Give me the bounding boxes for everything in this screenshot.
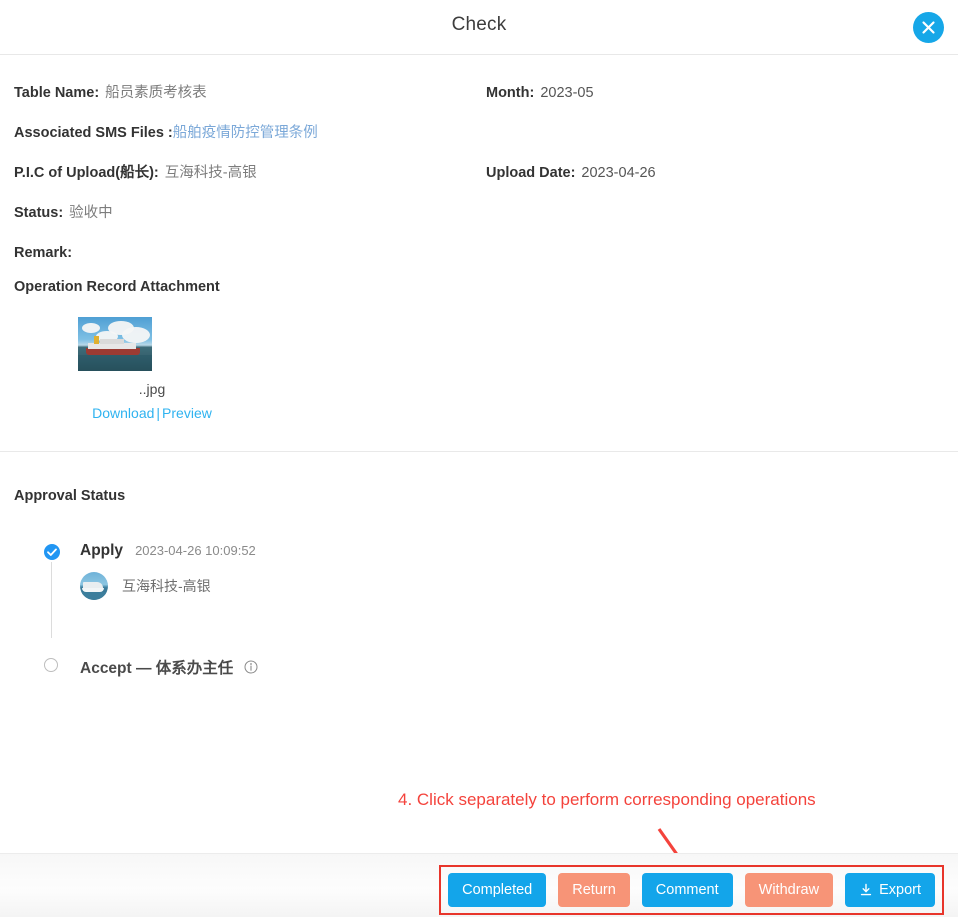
completed-button[interactable]: Completed: [448, 873, 547, 907]
pic-of-upload-value: 互海科技-高银: [164, 165, 257, 181]
attachment-filename: ..jpg: [138, 381, 166, 397]
timeline-step-apply: Apply 2023-04-26 10:09:52 互海科技-高银: [44, 542, 958, 600]
cloud-shape: [82, 323, 100, 333]
attachment-actions: Download | Preview: [78, 405, 226, 421]
status-value: 验收中: [69, 205, 113, 221]
associated-sms-files-field: Associated SMS Files :船舶疫情防控管理条例: [14, 113, 318, 153]
ship-superstructure-shape: [100, 339, 124, 344]
modal-header: Check: [0, 0, 958, 55]
avatar-sea-shape: [80, 592, 108, 600]
detail-row-status: Status: 验收中: [0, 193, 958, 233]
ship-hull-shape: [86, 348, 140, 355]
approval-section: Approval Status Apply 2023-04-26 10:09:52: [0, 452, 958, 680]
close-button[interactable]: [913, 12, 944, 43]
upload-date-value: 2023-04-26: [581, 165, 656, 181]
link-separator: |: [156, 405, 161, 421]
upload-date-field: Upload Date: 2023-04-26: [486, 153, 656, 193]
status-label: Status:: [14, 205, 64, 221]
timeline-step-accept: Accept — 体系办主任: [44, 656, 958, 680]
month-field: Month: 2023-05: [486, 73, 594, 113]
timeline-step-header: Accept — 体系办主任: [44, 656, 958, 679]
upload-date-label: Upload Date:: [486, 165, 576, 181]
timeline-step-name: Accept — 体系办主任: [80, 660, 234, 677]
approval-timeline: Apply 2023-04-26 10:09:52 互海科技-高银 Accept …: [0, 542, 958, 680]
modal-footer: Completed Return Comment Withdraw Export: [0, 853, 958, 917]
detail-row-pic-of-upload: P.I.C of Upload(船长): 互海科技-高银 Upload Date:…: [0, 153, 958, 193]
avatar-ship-shape: [83, 582, 103, 588]
timeline-step-user: 互海科技-高银: [44, 572, 958, 600]
remark-field: Remark:: [14, 233, 78, 273]
table-name-value: 船员素质考核表: [105, 85, 207, 101]
remark-label: Remark:: [14, 245, 73, 261]
associated-sms-files-label: Associated SMS Files :: [14, 125, 173, 141]
page-title: Check: [451, 14, 507, 35]
close-icon: [922, 21, 935, 34]
comment-button[interactable]: Comment: [641, 873, 733, 907]
timeline-step-name: Apply: [80, 542, 124, 559]
status-field: Status: 验收中: [14, 193, 113, 233]
timeline-step-time: 2023-04-26 10:09:52: [135, 543, 256, 558]
export-button-label: Export: [879, 882, 921, 898]
detail-row-associated-sms-files: Associated SMS Files :船舶疫情防控管理条例: [0, 113, 958, 153]
month-value: 2023-05: [540, 85, 594, 101]
avatar-hull-shape: [82, 588, 104, 592]
info-circle-icon[interactable]: [244, 660, 258, 679]
action-button-group: Completed Return Comment Withdraw Export: [439, 865, 944, 915]
preview-link[interactable]: Preview: [162, 405, 212, 421]
table-name-field: Table Name: 船员素质考核表: [14, 73, 207, 113]
download-link[interactable]: Download: [92, 405, 154, 421]
ship-funnel-shape: [94, 336, 99, 344]
ship-photo-thumbnail[interactable]: [78, 317, 152, 371]
sea-shape: [78, 355, 152, 371]
details-grid: Table Name: 船员素质考核表 Month: 2023-05 Associa…: [0, 55, 958, 273]
download-icon: [859, 883, 873, 897]
associated-sms-files-link[interactable]: 船舶疫情防控管理条例: [173, 125, 318, 141]
timeline-step-header: Apply 2023-04-26 10:09:52: [44, 542, 958, 560]
cloud-shape: [122, 327, 150, 343]
annotation-text: 4. Click separately to perform correspon…: [398, 790, 816, 809]
attachment-section-title: Operation Record Attachment: [14, 279, 220, 295]
avatar: [80, 572, 108, 600]
timeline-user-name: 互海科技-高银: [122, 578, 211, 594]
withdraw-button[interactable]: Withdraw: [744, 873, 834, 907]
modal-body: Table Name: 船员素质考核表 Month: 2023-05 Associa…: [0, 55, 958, 894]
return-button[interactable]: Return: [558, 873, 630, 907]
attachment-item: ..jpg Download | Preview: [78, 317, 226, 421]
check-circle-icon: [44, 544, 60, 560]
pic-of-upload-field: P.I.C of Upload(船长): 互海科技-高银: [14, 153, 257, 193]
approval-section-title: Approval Status: [14, 488, 126, 504]
month-label: Month:: [486, 85, 535, 101]
detail-row-remark: Remark:: [0, 233, 958, 273]
pic-of-upload-label: P.I.C of Upload(船长):: [14, 165, 159, 181]
pending-circle-icon: [44, 658, 58, 672]
detail-row-table-name: Table Name: 船员素质考核表 Month: 2023-05: [0, 73, 958, 113]
remark-value: [72, 245, 78, 261]
table-name-label: Table Name:: [14, 85, 100, 101]
export-button[interactable]: Export: [845, 873, 935, 907]
